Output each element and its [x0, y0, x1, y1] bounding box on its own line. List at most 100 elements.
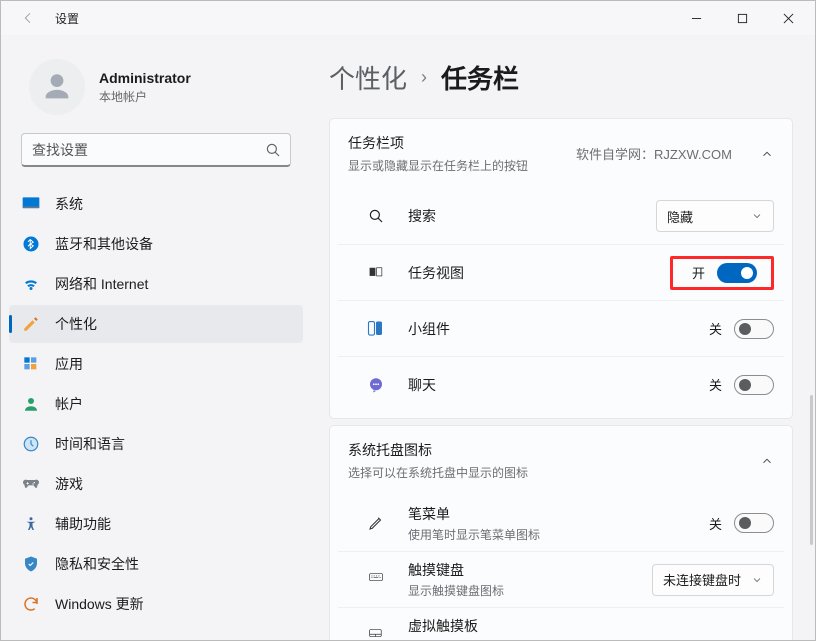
avatar	[29, 59, 85, 115]
chevron-right-icon: ›	[421, 67, 427, 88]
widgets-icon	[366, 319, 386, 339]
bluetooth-icon	[21, 234, 41, 254]
setting-row-touchpad: 虚拟触摸板 始终显示虚拟触摸板图标	[338, 607, 784, 640]
update-icon	[21, 594, 41, 614]
setting-row-search: 搜索 隐藏	[338, 188, 784, 244]
chevron-up-icon	[760, 454, 774, 468]
row-label: 小组件	[408, 319, 450, 339]
card-title: 任务栏项	[348, 133, 528, 153]
sidebar-item-label: 网络和 Internet	[55, 274, 148, 294]
main-content: 个性化 › 任务栏 任务栏项 显示或隐藏显示在任务栏上的按钮 软件自学网：RJZ…	[311, 35, 815, 640]
breadcrumb-parent[interactable]: 个性化	[329, 59, 407, 96]
title-bar: 设置	[1, 1, 815, 35]
highlight-box: 开	[670, 256, 774, 290]
taskbar-items-card: 任务栏项 显示或隐藏显示在任务栏上的按钮 软件自学网：RJZXW.COM 搜索 …	[329, 118, 793, 419]
scrollbar[interactable]	[810, 395, 813, 545]
row-sub: 显示触摸键盘图标	[408, 582, 504, 599]
user-name: Administrator	[99, 70, 191, 86]
row-label: 搜索	[408, 206, 436, 226]
touchkeyboard-dropdown[interactable]: 未连接键盘时	[652, 564, 774, 596]
dropdown-value: 隐藏	[667, 207, 693, 226]
gaming-icon	[21, 474, 41, 494]
pen-icon	[366, 513, 386, 533]
sidebar-item-privacy[interactable]: 隐私和安全性	[9, 545, 303, 583]
sidebar-item-bluetooth[interactable]: 蓝牙和其他设备	[9, 225, 303, 263]
accessibility-icon	[21, 514, 41, 534]
chat-icon	[366, 375, 386, 395]
search-icon	[366, 206, 386, 226]
widgets-toggle[interactable]	[734, 319, 774, 339]
row-sub: 使用笔时显示笔菜单图标	[408, 526, 540, 543]
sidebar-item-label: Windows 更新	[55, 594, 144, 614]
apps-icon	[21, 354, 41, 374]
sidebar-item-label: 游戏	[55, 474, 83, 494]
sidebar-item-label: 系统	[55, 194, 83, 214]
card-sub: 选择可以在系统托盘中显示的图标	[348, 464, 528, 481]
breadcrumb: 个性化 › 任务栏	[329, 59, 793, 96]
personalize-icon	[21, 314, 41, 334]
setting-row-widgets: 小组件 关	[338, 300, 784, 356]
sidebar-item-update[interactable]: Windows 更新	[9, 585, 303, 623]
chat-toggle[interactable]	[734, 375, 774, 395]
chevron-down-icon	[751, 210, 763, 222]
sidebar-item-label: 应用	[55, 354, 83, 374]
system-icon	[21, 194, 41, 214]
sidebar-item-network[interactable]: 网络和 Internet	[9, 265, 303, 303]
row-label: 虚拟触摸板	[408, 616, 540, 636]
chevron-up-icon	[760, 147, 774, 161]
card-sub: 显示或隐藏显示在任务栏上的按钮	[348, 157, 528, 174]
sidebar-item-accessibility[interactable]: 辅助功能	[9, 505, 303, 543]
sidebar-item-accounts[interactable]: 帐户	[9, 385, 303, 423]
toggle-label: 关	[704, 375, 722, 394]
card-title: 系统托盘图标	[348, 440, 528, 460]
chevron-down-icon	[751, 574, 763, 586]
sidebar-item-label: 时间和语言	[55, 434, 125, 454]
network-icon	[21, 274, 41, 294]
back-button[interactable]	[13, 3, 43, 33]
search-icon	[264, 141, 282, 159]
tray-icons-header[interactable]: 系统托盘图标 选择可以在系统托盘中显示的图标	[330, 426, 792, 495]
search-input[interactable]	[32, 142, 264, 158]
user-block[interactable]: Administrator 本地帐户	[1, 49, 311, 133]
dropdown-value: 未连接键盘时	[663, 570, 741, 589]
sidebar-item-label: 帐户	[55, 394, 83, 414]
toggle-label: 开	[687, 263, 705, 282]
sidebar-item-time[interactable]: 时间和语言	[9, 425, 303, 463]
user-sub: 本地帐户	[99, 88, 191, 105]
taskbar-items-header[interactable]: 任务栏项 显示或隐藏显示在任务栏上的按钮 软件自学网：RJZXW.COM	[330, 119, 792, 188]
watermark-text: 软件自学网：RJZXW.COM	[576, 144, 732, 163]
search-dropdown[interactable]: 隐藏	[656, 200, 774, 232]
setting-row-chat: 聊天 关	[338, 356, 784, 412]
pen-toggle[interactable]	[734, 513, 774, 533]
sidebar-item-system[interactable]: 系统	[9, 185, 303, 223]
taskview-toggle[interactable]	[717, 263, 757, 283]
row-label: 笔菜单	[408, 504, 540, 524]
search-input-wrap[interactable]	[21, 133, 291, 167]
sidebar-item-label: 蓝牙和其他设备	[55, 234, 153, 254]
sidebar-item-personalization[interactable]: 个性化	[9, 305, 303, 343]
keyboard-icon	[366, 570, 386, 590]
touchpad-icon	[366, 626, 386, 641]
tray-icons-card: 系统托盘图标 选择可以在系统托盘中显示的图标 笔菜单 使用笔时显示笔菜单图标 关	[329, 425, 793, 640]
setting-row-pen: 笔菜单 使用笔时显示笔菜单图标 关	[338, 495, 784, 551]
minimize-button[interactable]	[673, 3, 719, 33]
time-icon	[21, 434, 41, 454]
setting-row-touchkeyboard: 触摸键盘 显示触摸键盘图标 未连接键盘时	[338, 551, 784, 607]
row-label: 聊天	[408, 375, 436, 395]
setting-row-taskview: 任务视图 开	[338, 244, 784, 300]
sidebar-item-apps[interactable]: 应用	[9, 345, 303, 383]
window-title: 设置	[55, 10, 79, 27]
accounts-icon	[21, 394, 41, 414]
breadcrumb-current: 任务栏	[441, 59, 519, 96]
sidebar: Administrator 本地帐户 系统 蓝牙和其他设备	[1, 35, 311, 640]
toggle-label: 关	[704, 514, 722, 533]
close-button[interactable]	[765, 3, 811, 33]
maximize-button[interactable]	[719, 3, 765, 33]
privacy-icon	[21, 554, 41, 574]
row-label: 触摸键盘	[408, 560, 504, 580]
row-label: 任务视图	[408, 263, 464, 283]
taskview-icon	[366, 263, 386, 283]
toggle-label: 关	[704, 319, 722, 338]
sidebar-item-label: 辅助功能	[55, 514, 111, 534]
sidebar-item-gaming[interactable]: 游戏	[9, 465, 303, 503]
